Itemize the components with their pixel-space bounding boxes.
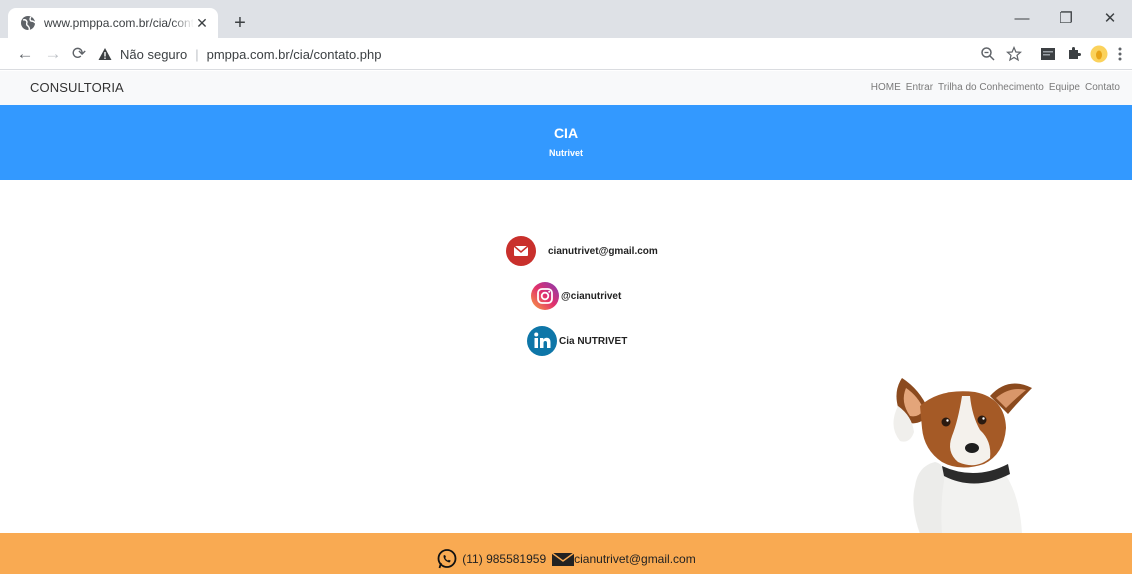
nav-links: HOME Entrar Trilha do Conhecimento Equip… <box>871 82 1120 93</box>
nav-link-trilha[interactable]: Trilha do Conhecimento <box>938 82 1044 93</box>
address-bar[interactable]: Não seguro | pmppa.com.br/cia/contato.ph… <box>98 42 1098 66</box>
zoom-icon[interactable] <box>980 46 996 62</box>
restore-button[interactable]: ❐ <box>1044 8 1088 30</box>
footer-email[interactable]: cianutrivet@gmail.com <box>574 552 696 566</box>
url-text[interactable]: pmppa.com.br/cia/contato.php <box>207 47 382 62</box>
forward-icon[interactable]: → <box>42 43 64 65</box>
nav-link-contato[interactable]: Contato <box>1085 82 1120 93</box>
contact-linkedin-text: Cia NUTRIVET <box>559 335 628 347</box>
site-navbar: CONSULTORIA HOME Entrar Trilha do Conhec… <box>0 71 1132 105</box>
omnibox-separator: | <box>195 46 199 62</box>
nav-link-equipe[interactable]: Equipe <box>1049 82 1080 93</box>
security-status[interactable]: Não seguro <box>120 47 187 62</box>
extension-icon[interactable] <box>1040 46 1056 62</box>
warning-icon <box>98 48 112 60</box>
nav-link-home[interactable]: HOME <box>871 82 901 93</box>
email-icon <box>552 552 575 566</box>
new-tab-button[interactable]: + <box>228 12 252 36</box>
minimize-button[interactable]: — <box>1000 8 1044 30</box>
whatsapp-icon <box>437 549 457 569</box>
footer-contact-line: (11) 985581959 cianutrivet@gmail.com <box>0 548 1132 570</box>
linkedin-icon <box>527 326 557 356</box>
dog-image <box>893 378 1032 534</box>
footer: (11) 985581959 cianutrivet@gmail.com <box>0 533 1132 574</box>
globe-icon <box>21 16 36 31</box>
close-window-button[interactable]: ✕ <box>1088 8 1132 30</box>
footer-phone[interactable]: (11) 985581959 <box>462 552 546 566</box>
email-icon <box>506 236 536 266</box>
contact-instagram-text: @cianutrivet <box>561 290 622 302</box>
contact-email[interactable]: cianutrivet@gmail.com <box>506 236 658 266</box>
hero-title: CIA <box>553 125 579 141</box>
browser-toolbar: ← → ⟳ Não seguro | pmppa.com.br/cia/cont… <box>0 38 1132 70</box>
tab-title: www.pmppa.com.br/cia/contato. <box>44 16 194 30</box>
puzzle-icon[interactable] <box>1066 46 1082 62</box>
tab-close-icon[interactable]: ✕ <box>194 15 210 31</box>
back-icon[interactable]: ← <box>14 43 36 65</box>
reload-icon[interactable]: ⟳ <box>68 43 90 65</box>
brand-link[interactable]: CONSULTORIA <box>30 80 124 95</box>
star-icon[interactable] <box>1006 46 1022 62</box>
contact-instagram[interactable]: @cianutrivet <box>531 282 621 310</box>
profile-icon[interactable] <box>1090 45 1108 63</box>
contact-email-text: cianutrivet@gmail.com <box>548 245 658 257</box>
menu-icon[interactable] <box>1116 46 1124 62</box>
hero-banner: CIA Nutrivet <box>0 105 1132 180</box>
hero-subtitle: Nutrivet <box>548 148 583 158</box>
browser-tabstrip: www.pmppa.com.br/cia/contato. ✕ + — ❐ ✕ <box>0 0 1132 38</box>
browser-tab[interactable]: www.pmppa.com.br/cia/contato. ✕ <box>8 8 218 38</box>
instagram-icon <box>531 282 559 310</box>
contact-linkedin[interactable]: Cia NUTRIVET <box>527 326 627 356</box>
nav-link-entrar[interactable]: Entrar <box>906 82 933 93</box>
